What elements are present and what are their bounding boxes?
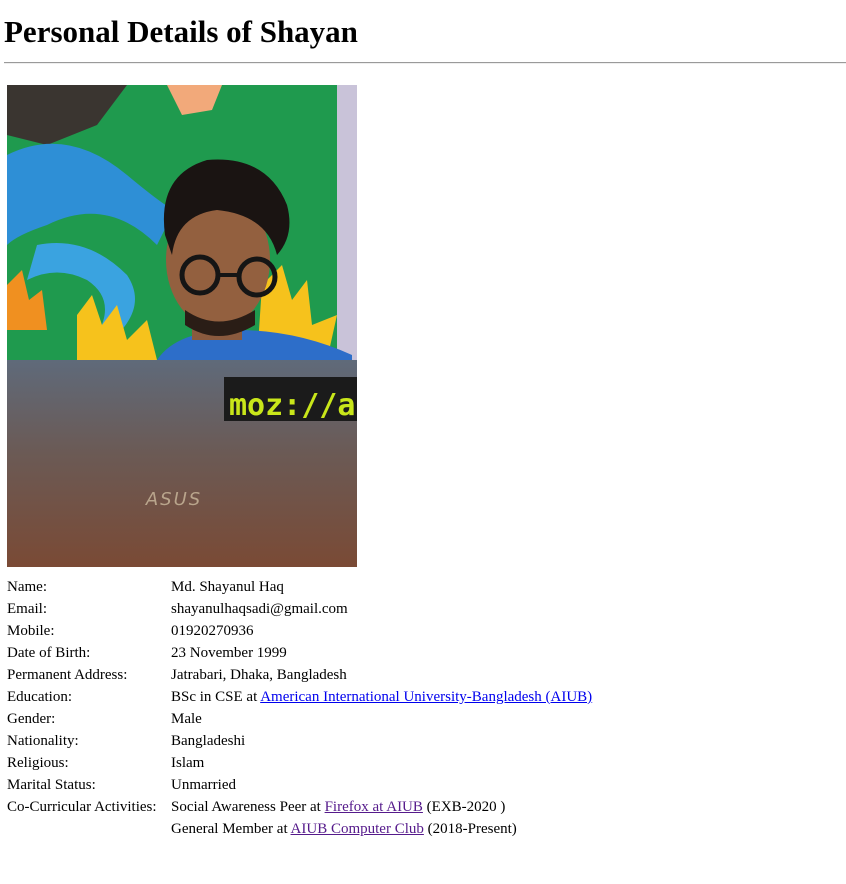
details-table: Name: Md. Shayanul Haq Email: shayanulha… bbox=[5, 576, 594, 840]
nationality-label: Nationality: bbox=[7, 733, 79, 749]
firefox-aiub-link[interactable]: Firefox at AIUB bbox=[325, 799, 423, 815]
activity-2: General Member at AIUB Computer Club (20… bbox=[169, 818, 594, 840]
marital-value: Unmarried bbox=[171, 777, 236, 793]
email-value: shayanulhaqsadi@gmail.com bbox=[171, 601, 348, 617]
education-prefix: BSc in CSE at bbox=[171, 689, 261, 705]
address-value: Jatrabari, Dhaka, Bangladesh bbox=[171, 667, 347, 683]
gender-label: Gender: bbox=[7, 711, 56, 727]
mobile-label: Mobile: bbox=[7, 623, 55, 639]
religious-value: Islam bbox=[171, 755, 205, 771]
laptop-brand-logo: ASUS bbox=[145, 489, 202, 510]
divider bbox=[4, 62, 846, 64]
activity-1-suffix: (EXB-2020 ) bbox=[422, 799, 506, 815]
table-row: Religious: Islam bbox=[5, 752, 594, 774]
profile-photo: moz://a ASUS bbox=[7, 85, 357, 567]
activity-1: Social Awareness Peer at Firefox at AIUB… bbox=[169, 796, 594, 818]
table-row: Marital Status: Unmarried bbox=[5, 774, 594, 796]
activity-2-suffix: (2018-Present) bbox=[423, 821, 517, 837]
table-row: Co-Curricular Activities: Social Awarene… bbox=[5, 796, 594, 818]
table-row: Education: BSc in CSE at American Intern… bbox=[5, 686, 594, 708]
activity-2-prefix: General Member at bbox=[171, 821, 291, 837]
gender-value: Male bbox=[171, 711, 202, 727]
table-row: Nationality: Bangladeshi bbox=[5, 730, 594, 752]
empty-cell bbox=[5, 818, 169, 840]
name-label: Name: bbox=[7, 579, 47, 595]
dob-value: 23 November 1999 bbox=[171, 645, 287, 661]
religious-label: Religious: bbox=[7, 755, 69, 771]
mobile-value: 01920270936 bbox=[171, 623, 254, 639]
aiub-computer-club-link[interactable]: AIUB Computer Club bbox=[291, 821, 424, 837]
nationality-value: Bangladeshi bbox=[171, 733, 246, 749]
marital-label: Marital Status: bbox=[7, 777, 96, 793]
table-row: Permanent Address: Jatrabari, Dhaka, Ban… bbox=[5, 664, 594, 686]
page-title: Personal Details of Shayan bbox=[4, 14, 358, 49]
laptop-sticker-text: moz://a bbox=[229, 388, 355, 423]
address-label: Permanent Address: bbox=[7, 667, 128, 683]
education-value: BSc in CSE at American International Uni… bbox=[169, 686, 594, 708]
activity-1-prefix: Social Awareness Peer at bbox=[171, 799, 325, 815]
dob-label: Date of Birth: bbox=[7, 645, 91, 661]
cocurricular-label: Co-Curricular Activities: bbox=[7, 799, 157, 815]
aiub-link[interactable]: American International University-Bangla… bbox=[260, 689, 592, 705]
table-row: General Member at AIUB Computer Club (20… bbox=[5, 818, 594, 840]
email-label: Email: bbox=[7, 601, 47, 617]
education-label: Education: bbox=[7, 689, 72, 705]
table-row: Name: Md. Shayanul Haq bbox=[5, 576, 594, 598]
table-row: Date of Birth: 23 November 1999 bbox=[5, 642, 594, 664]
name-value: Md. Shayanul Haq bbox=[171, 579, 284, 595]
table-row: Mobile: 01920270936 bbox=[5, 620, 594, 642]
table-row: Gender: Male bbox=[5, 708, 594, 730]
table-row: Email: shayanulhaqsadi@gmail.com bbox=[5, 598, 594, 620]
